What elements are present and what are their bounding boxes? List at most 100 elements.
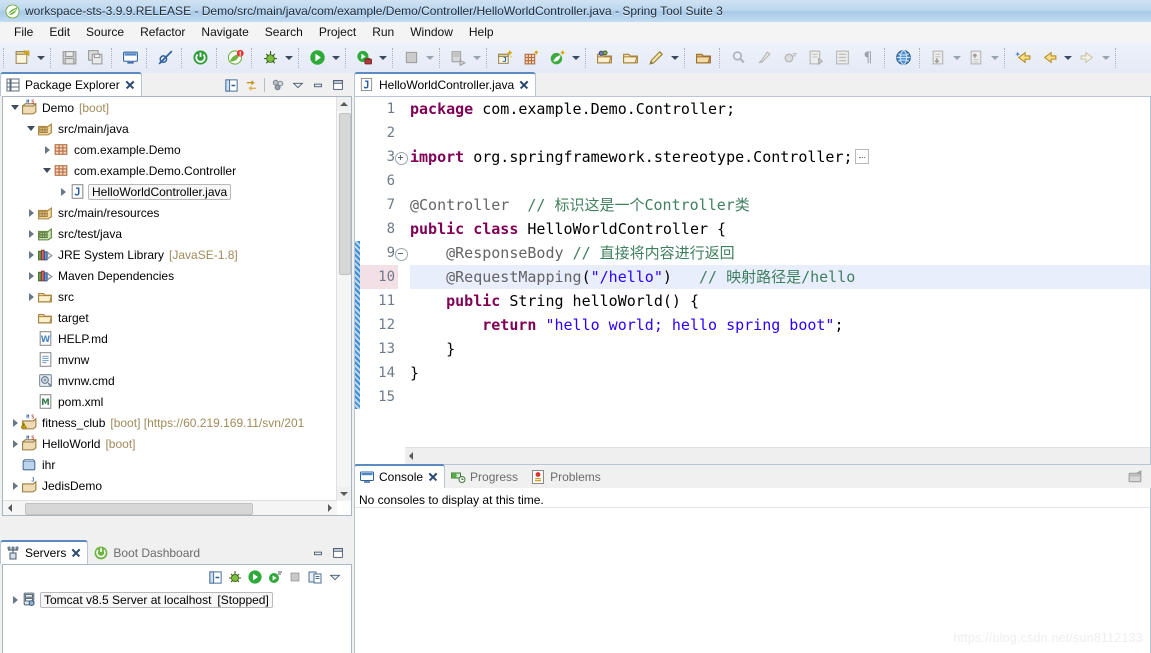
stop-icon[interactable]	[398, 45, 424, 71]
menu-window[interactable]: Window	[402, 24, 461, 40]
tree-item[interactable]: target	[3, 307, 337, 328]
code-line[interactable]: }	[410, 337, 1150, 361]
maximize-icon[interactable]	[329, 76, 347, 94]
close-icon[interactable]	[71, 548, 81, 558]
run-on-server-dropdown-icon[interactable]	[377, 46, 389, 70]
tree-twisty-closed-icon[interactable]	[41, 139, 53, 160]
tree-item[interactable]: src/main/java	[3, 118, 337, 139]
stop-server-icon[interactable]	[286, 568, 304, 586]
tab-package-explorer[interactable]: Package Explorer	[0, 72, 142, 96]
editor-horizontal-scrollbar[interactable]	[405, 447, 1150, 464]
clean-icon[interactable]	[751, 45, 777, 71]
tree-item[interactable]: src/test/java	[3, 223, 337, 244]
console-output-area[interactable]: No consoles to display at this time.	[354, 488, 1151, 653]
tree-item[interactable]: mvnw	[3, 349, 337, 370]
tree-twisty-open-icon[interactable]	[9, 97, 21, 118]
editor-text-area[interactable]: 1 2 3 6 7 8 9 10 11 12 13 14 15 package com.example.…	[354, 96, 1151, 465]
menu-search[interactable]: Search	[257, 24, 311, 40]
code-line[interactable]: public String helloWorld() {	[410, 289, 1150, 313]
new-spring-element-icon[interactable]	[544, 45, 570, 71]
run-on-server-icon[interactable]	[351, 45, 377, 71]
minimize-icon[interactable]	[309, 76, 327, 94]
collapse-all-icon[interactable]	[206, 568, 224, 586]
tree-twisty-closed-icon[interactable]	[25, 223, 37, 244]
tree-twisty-closed-icon[interactable]	[25, 265, 37, 286]
servers-tree[interactable]: Tomcat v8.5 Server at localhost [Stopped]	[3, 589, 351, 610]
tree-item[interactable]: M S Demo [boot]	[3, 97, 337, 118]
start-server-icon[interactable]	[246, 568, 264, 586]
tree-item[interactable]: J HelloWorldController.java	[3, 181, 337, 202]
tree-twisty-closed-icon[interactable]	[57, 181, 69, 202]
menu-help[interactable]: Help	[461, 24, 502, 40]
collapsed-region-icon[interactable]	[854, 149, 869, 164]
source-code[interactable]: package com.example.Demo.Controller; imp…	[410, 97, 1150, 448]
scroll-up-button[interactable]	[337, 97, 351, 111]
next-annotation-icon[interactable]	[803, 45, 829, 71]
tree-vertical-scrollbar[interactable]	[336, 97, 351, 501]
profile-server-icon[interactable]	[266, 568, 284, 586]
fold-collapse-icon[interactable]	[395, 248, 408, 261]
tree-item[interactable]: Mpom.xml	[3, 391, 337, 412]
code-line[interactable]: @RequestMapping("/hello") // 映射路径是/hello	[410, 265, 1150, 289]
hscroll-thumb[interactable]	[25, 503, 253, 515]
tree-twisty-closed-icon[interactable]	[9, 475, 21, 496]
forward-dropdown-icon[interactable]	[1100, 46, 1112, 70]
minimize-icon[interactable]	[309, 544, 327, 562]
tree-item[interactable]: src	[3, 286, 337, 307]
tree-item[interactable]: src/main/resources	[3, 202, 337, 223]
tree-item[interactable]: JRE System Library [JavaSE-1.8]	[3, 244, 337, 265]
code-line[interactable]: public class HelloWorldController {	[410, 217, 1150, 241]
code-line[interactable]	[410, 169, 1150, 193]
tab-servers[interactable]: Servers	[0, 540, 89, 564]
back-history-icon[interactable]	[1010, 45, 1036, 71]
new-spring-dropdown-icon[interactable]	[570, 46, 582, 70]
tree-twisty-closed-icon[interactable]	[25, 286, 37, 307]
server-row[interactable]: Tomcat v8.5 Server at localhost [Stopped]	[3, 589, 351, 610]
menu-file[interactable]: File	[6, 24, 41, 40]
open-task-icon[interactable]	[617, 45, 643, 71]
folding-ruler[interactable]	[398, 97, 410, 448]
save-icon[interactable]	[56, 45, 82, 71]
pen-dropdown-icon[interactable]	[669, 46, 681, 70]
tree-item[interactable]: J JedisDemo	[3, 475, 337, 496]
tab-helloworldcontroller-java[interactable]: J HelloWorldController.java	[354, 72, 537, 96]
new-wizard-dropdown-icon[interactable]	[35, 46, 47, 70]
tab-problems[interactable]: Problems	[525, 465, 608, 488]
next-edit-location-icon[interactable]	[963, 45, 989, 71]
collapse-all-icon[interactable]	[222, 76, 240, 94]
next-edit-dropdown-icon[interactable]	[989, 46, 1001, 70]
menu-source[interactable]: Source	[78, 24, 132, 40]
boot-run-icon[interactable]	[187, 45, 213, 71]
code-line[interactable]: }	[410, 361, 1150, 385]
tree-twisty-closed-icon[interactable]	[25, 244, 37, 265]
tree-twisty-closed-icon[interactable]	[9, 433, 21, 454]
tree-twisty-open-icon[interactable]	[41, 160, 53, 181]
show-whitespace-icon[interactable]: ¶	[855, 45, 881, 71]
tree-twisty-closed-icon[interactable]	[9, 589, 21, 610]
tree-item[interactable]: com.example.Demo.Controller	[3, 160, 337, 181]
tree-item[interactable]: com.example.Demo	[3, 139, 337, 160]
tree-item[interactable]: mvnw.cmd	[3, 370, 337, 391]
maximize-icon[interactable]	[329, 544, 347, 562]
code-line[interactable]: import org.springframework.stereotype.Co…	[410, 145, 1150, 169]
toggle-block-selection-icon[interactable]	[829, 45, 855, 71]
tree-twisty-closed-icon[interactable]	[25, 202, 37, 223]
open-console-icon[interactable]	[117, 45, 143, 71]
tree-twisty-closed-icon[interactable]	[9, 412, 21, 433]
menu-project[interactable]: Project	[311, 24, 364, 40]
scroll-down-button[interactable]	[337, 487, 351, 501]
run-icon[interactable]	[304, 45, 330, 71]
code-line[interactable]: @ResponseBody // 直接将内容进行返回	[410, 241, 1150, 265]
run-dropdown-icon[interactable]	[330, 46, 342, 70]
tree-item[interactable]: Maven Dependencies	[3, 265, 337, 286]
tab-progress[interactable]: Progress	[445, 465, 525, 488]
quick-access-icon[interactable]	[643, 45, 669, 71]
close-icon[interactable]	[428, 472, 438, 482]
project-tree[interactable]: M S Demo [boot] src/main/java com.example.Dem…	[3, 97, 337, 501]
open-resource-icon[interactable]	[690, 45, 716, 71]
tab-console[interactable]: Console	[354, 464, 446, 488]
annotation-icon[interactable]	[777, 45, 803, 71]
save-all-icon[interactable]	[82, 45, 108, 71]
menu-run[interactable]: Run	[364, 24, 402, 40]
view-menu-icon[interactable]	[326, 568, 344, 586]
